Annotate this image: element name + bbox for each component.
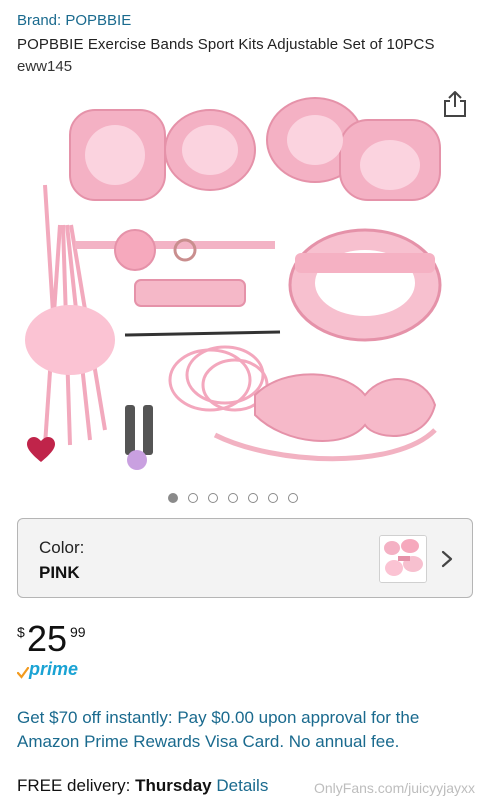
pagination-dot[interactable]	[228, 493, 238, 503]
credit-card-offer-link[interactable]: Get $70 off instantly: Pay $0.00 upon ap…	[17, 706, 477, 754]
price-currency: $	[17, 624, 25, 640]
delivery-info: FREE delivery: Thursday Details	[17, 776, 268, 796]
pagination-dot[interactable]	[188, 493, 198, 503]
prime-label: prime	[29, 659, 79, 679]
pagination-dot[interactable]	[288, 493, 298, 503]
delivery-details-link[interactable]: Details	[216, 776, 268, 795]
image-pagination-dots[interactable]	[168, 493, 298, 507]
product-image[interactable]	[15, 85, 477, 480]
watermark: OnlyFans.com/juicyyjayxx	[314, 780, 476, 796]
color-value: PINK	[39, 563, 80, 582]
pagination-dot[interactable]	[168, 493, 178, 503]
share-icon[interactable]	[442, 90, 468, 118]
price-dollars: 25	[27, 618, 68, 659]
pagination-dot[interactable]	[248, 493, 258, 503]
brand-link[interactable]: Brand: POPBBIE	[17, 12, 131, 29]
chevron-right-icon	[441, 550, 453, 568]
heart-icon[interactable]	[27, 437, 55, 463]
product-title: POPBBIE Exercise Bands Sport Kits Adjust…	[17, 36, 435, 53]
delivery-day: Thursday	[135, 776, 212, 795]
price-cents: 99	[70, 624, 86, 640]
pagination-dot[interactable]	[208, 493, 218, 503]
product-sku: eww145	[17, 58, 73, 75]
color-swatch-thumbnail	[379, 535, 427, 583]
prime-check-icon	[17, 667, 29, 679]
pagination-dot[interactable]	[268, 493, 278, 503]
color-label: Color:	[39, 538, 85, 557]
color-selector[interactable]: Color: PINK	[17, 518, 473, 598]
delivery-prefix: FREE delivery:	[17, 776, 136, 795]
